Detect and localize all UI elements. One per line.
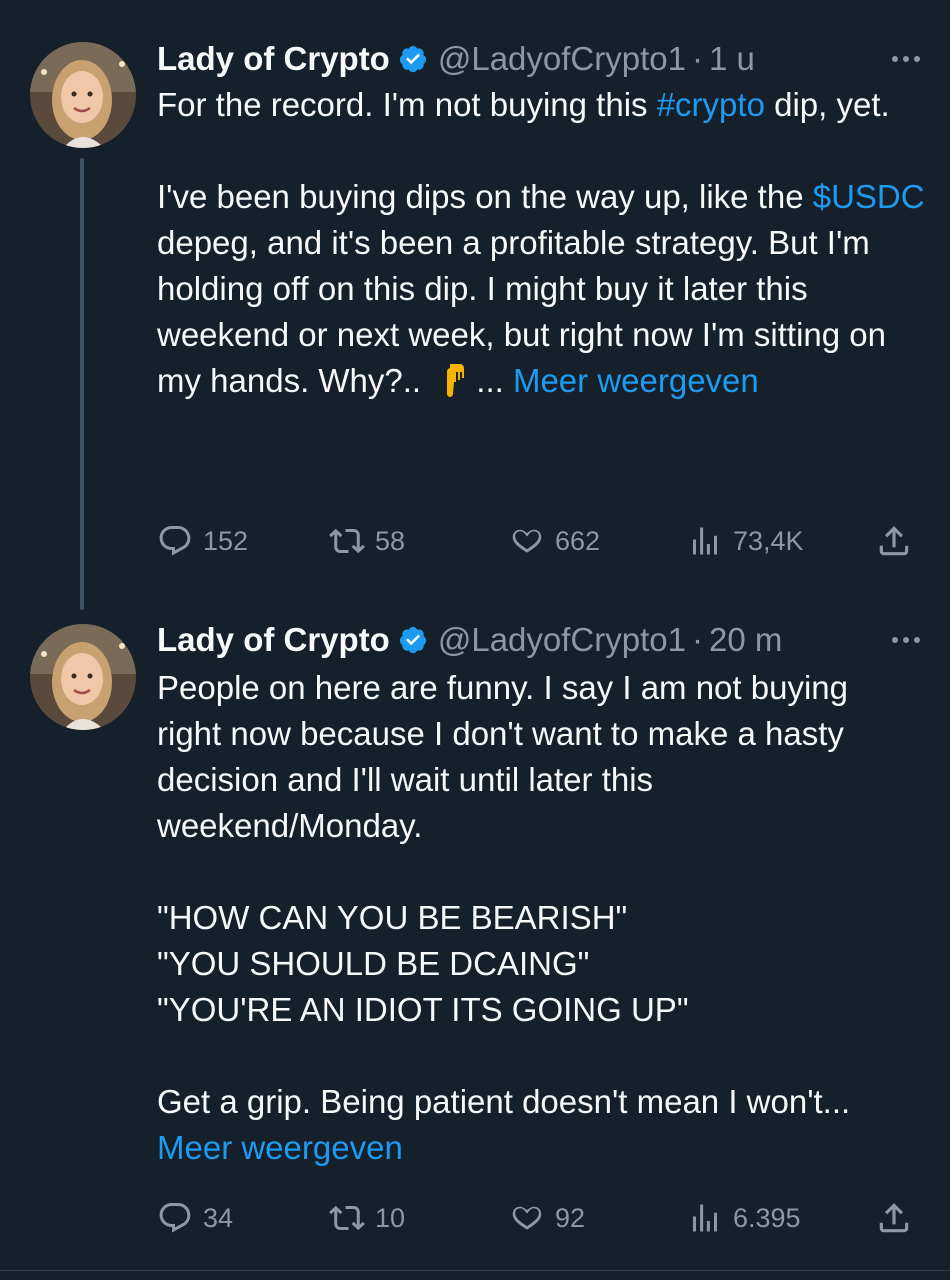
thread-line xyxy=(80,158,84,610)
text-segment: Get a grip. Being patient doesn't mean I… xyxy=(157,1083,851,1120)
views-icon xyxy=(693,527,717,555)
retweet-button[interactable]: 10 xyxy=(329,1195,405,1241)
views-icon xyxy=(693,1204,717,1232)
reply-icon xyxy=(159,526,191,556)
reply-count: 34 xyxy=(203,1202,234,1233)
tweet-header: Lady of Crypto @LadyofCrypto1 · 1 u xyxy=(157,36,920,82)
reply-count: 152 xyxy=(203,525,249,556)
heart-icon xyxy=(512,1206,542,1230)
text-segment: For the record. I'm not buying this xyxy=(157,86,657,123)
author-handle[interactable]: @LadyofCrypto1 xyxy=(438,36,686,82)
author-handle[interactable]: @LadyofCrypto1 xyxy=(438,617,686,663)
divider xyxy=(0,1270,950,1271)
tweet-text: For the record. I'm not buying this #cry… xyxy=(157,82,927,410)
heart-icon xyxy=(512,529,542,553)
cashtag-link[interactable]: $USDC xyxy=(813,178,925,215)
retweet-count: 58 xyxy=(375,525,406,556)
like-count: 662 xyxy=(555,525,601,556)
like-button[interactable]: 662 xyxy=(509,518,600,564)
timestamp[interactable]: 20 m xyxy=(709,617,782,663)
retweet-count: 10 xyxy=(375,1202,406,1233)
tweet-actions: 34 10 92 6.395 xyxy=(157,1195,917,1241)
share-button[interactable] xyxy=(875,518,913,564)
show-more-link[interactable]: Meer weergeven xyxy=(157,1129,403,1166)
hashtag-link[interactable]: #crypto xyxy=(657,86,765,123)
pointing-down-icon xyxy=(442,362,470,410)
text-segment: dip, yet. xyxy=(764,86,890,123)
more-options-icon[interactable] xyxy=(892,617,920,663)
separator-dot: · xyxy=(691,621,703,658)
tweet-1[interactable]: Lady of Crypto @LadyofCrypto1 · 1 u For … xyxy=(0,0,950,610)
author-name[interactable]: Lady of Crypto xyxy=(157,617,390,663)
like-button[interactable]: 92 xyxy=(509,1195,585,1241)
quote-line: "YOU SHOULD BE DCAING" xyxy=(157,945,590,982)
tweet-text: People on here are funny. I say I am not… xyxy=(157,665,877,1171)
quote-line: "YOU'RE AN IDIOT ITS GOING UP" xyxy=(157,991,689,1028)
retweet-button[interactable]: 58 xyxy=(329,518,405,564)
share-icon xyxy=(879,526,909,556)
share-icon xyxy=(879,1203,909,1233)
timestamp[interactable]: 1 u xyxy=(709,36,755,82)
verified-badge-icon xyxy=(398,625,428,655)
views-button[interactable]: 73,4K xyxy=(687,518,804,564)
views-count: 73,4K xyxy=(733,525,804,556)
tweet-2[interactable]: Lady of Crypto @LadyofCrypto1 · 20 m Peo… xyxy=(0,600,950,1270)
text-segment: I've been buying dips on the way up, lik… xyxy=(157,178,813,215)
tweet-header: Lady of Crypto @LadyofCrypto1 · 20 m xyxy=(157,617,920,663)
reply-icon xyxy=(159,1203,191,1233)
text-segment: People on here are funny. I say I am not… xyxy=(157,669,848,844)
show-more-link[interactable]: Meer weergeven xyxy=(513,362,759,399)
tweet-actions: 152 58 662 73,4K xyxy=(157,518,917,564)
views-count: 6.395 xyxy=(733,1202,801,1233)
retweet-icon xyxy=(329,1205,365,1231)
reply-button[interactable]: 152 xyxy=(157,518,248,564)
reply-button[interactable]: 34 xyxy=(157,1195,233,1241)
quote-line: "HOW CAN YOU BE BEARISH" xyxy=(157,899,628,936)
ellipsis: ... xyxy=(476,362,513,399)
author-name[interactable]: Lady of Crypto xyxy=(157,36,390,82)
retweet-icon xyxy=(329,528,365,554)
separator-dot: · xyxy=(691,40,703,77)
avatar[interactable] xyxy=(30,42,136,148)
like-count: 92 xyxy=(555,1202,586,1233)
avatar[interactable] xyxy=(30,624,136,730)
views-button[interactable]: 6.395 xyxy=(687,1195,801,1241)
verified-badge-icon xyxy=(398,44,428,74)
more-options-icon[interactable] xyxy=(892,36,920,82)
share-button[interactable] xyxy=(875,1195,913,1241)
